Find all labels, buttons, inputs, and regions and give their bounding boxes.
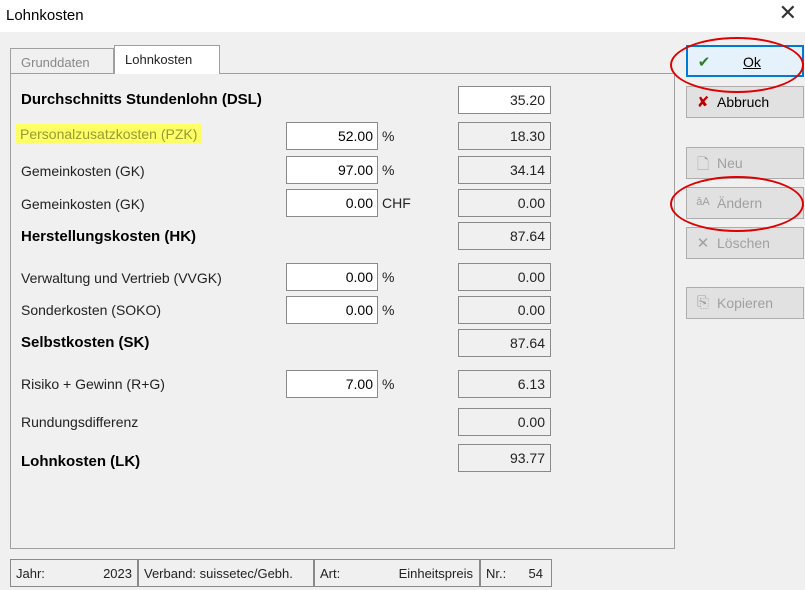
ok-button-label: Ok: [743, 54, 761, 70]
jahr-value: 2023: [103, 566, 132, 581]
rg-result: 6.13: [458, 370, 551, 398]
pzk-percent-input[interactable]: 52.00: [286, 122, 378, 150]
gk-percent-input[interactable]: 97.00: [286, 156, 378, 184]
soko-result: 0.00: [458, 296, 551, 324]
vvgk-result: 0.00: [458, 263, 551, 291]
rundungsdifferenz-result: 0.00: [458, 408, 551, 436]
status-nr: Nr.: 54: [480, 559, 552, 587]
gk-chf-input[interactable]: 0.00: [286, 189, 378, 217]
gk-percent-label: Gemeinkosten (GK): [21, 163, 145, 179]
vvgk-label: Verwaltung und Vertrieb (VVGK): [21, 270, 222, 286]
rg-unit: %: [382, 376, 395, 392]
copy-icon: ⎘: [696, 294, 709, 311]
abbruch-button[interactable]: ✘ Abbruch: [686, 86, 804, 118]
x-mark-icon: ✘: [696, 94, 710, 111]
sk-result: 87.64: [458, 329, 551, 357]
status-verband: Verband: suissetec/Gebh.: [138, 559, 314, 587]
hk-result: 87.64: [458, 222, 551, 250]
title-bar: Lohnkosten ✕: [0, 0, 805, 32]
status-jahr: Jahr: 2023: [10, 559, 138, 587]
close-icon[interactable]: ✕: [779, 3, 797, 25]
gk-chf-label: Gemeinkosten (GK): [21, 196, 145, 212]
aendern-button[interactable]: āA Ändern: [686, 187, 804, 219]
pzk-result: 18.30: [458, 122, 551, 150]
jahr-label: Jahr:: [16, 566, 45, 581]
vvgk-unit: %: [382, 269, 395, 285]
kopieren-button[interactable]: ⎘ Kopieren: [686, 287, 804, 319]
rg-percent-input[interactable]: 7.00: [286, 370, 378, 398]
rundungsdifferenz-label: Rundungsdifferenz: [21, 414, 139, 430]
ok-button[interactable]: ✔ Ok: [686, 45, 804, 77]
pzk-unit: %: [382, 128, 395, 144]
loeschen-button-label: Löschen: [717, 235, 770, 251]
gk-percent-unit: %: [382, 162, 395, 178]
dsl-result: 35.20: [458, 86, 551, 114]
new-document-icon: 🗋: [696, 156, 710, 173]
loeschen-button[interactable]: ✕ Löschen: [686, 227, 804, 259]
gk-chf-unit: CHF: [382, 195, 411, 211]
sk-label: Selbstkosten (SK): [21, 334, 150, 351]
abbruch-button-label: Abbruch: [717, 94, 770, 110]
tab-lohnkosten[interactable]: Lohnkosten: [114, 45, 220, 74]
status-art: Art: Einheitspreis: [314, 559, 480, 587]
nr-value: 54: [528, 566, 543, 581]
neu-button-label: Neu: [717, 155, 743, 171]
delete-icon: ✕: [696, 235, 710, 252]
edit-text-icon: āA: [696, 196, 710, 208]
gk-chf-result: 0.00: [458, 189, 551, 217]
checkmark-icon: ✔: [697, 54, 711, 71]
vvgk-percent-input[interactable]: 0.00: [286, 263, 378, 291]
lk-result: 93.77: [458, 444, 551, 472]
kopieren-button-label: Kopieren: [717, 295, 774, 311]
gk-percent-result: 34.14: [458, 156, 551, 184]
aendern-button-label: Ändern: [717, 195, 763, 211]
window-title: Lohnkosten: [6, 7, 84, 24]
dsl-label: Durchschnitts Stundenlohn (DSL): [21, 91, 262, 108]
pzk-label: Personalzusatzkosten (PZK): [16, 124, 202, 144]
art-label: Art:: [320, 566, 341, 581]
soko-label: Sonderkosten (SOKO): [21, 302, 162, 318]
nr-label: Nr.:: [486, 566, 507, 581]
hk-label: Herstellungskosten (HK): [21, 228, 197, 245]
rg-label: Risiko + Gewinn (R+G): [21, 376, 165, 392]
tab-grunddaten[interactable]: Grunddaten: [10, 48, 114, 73]
soko-percent-input[interactable]: 0.00: [286, 296, 378, 324]
lk-label: Lohnkosten (LK): [21, 453, 141, 470]
soko-unit: %: [382, 302, 395, 318]
art-value: Einheitspreis: [398, 566, 473, 581]
neu-button[interactable]: 🗋 Neu: [686, 147, 804, 179]
